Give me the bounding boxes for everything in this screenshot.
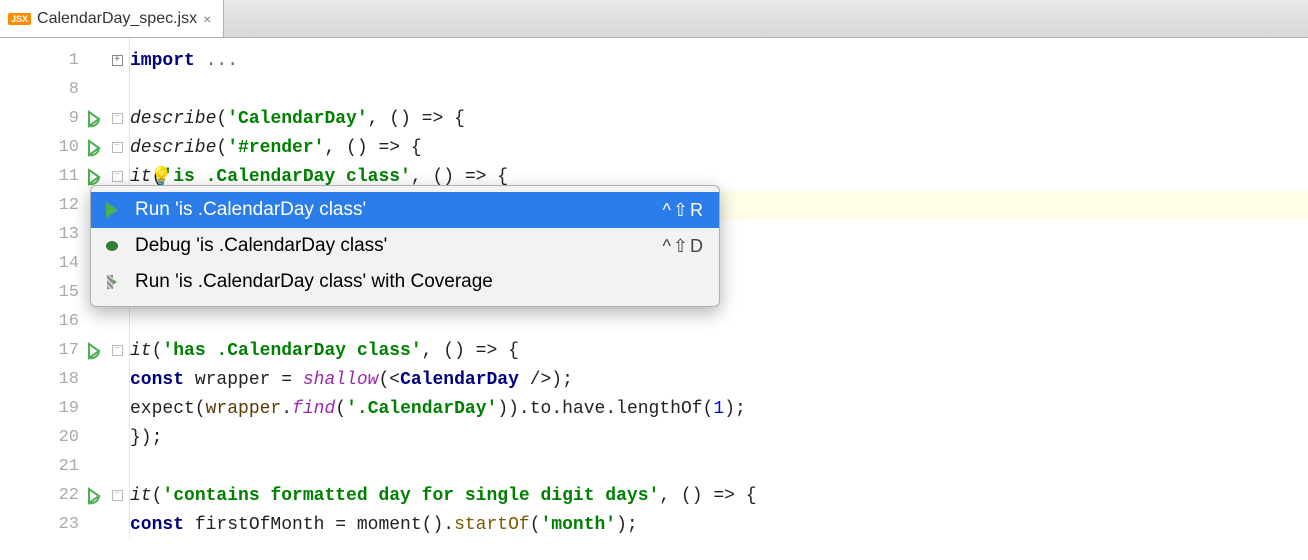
code-token: ( [152, 486, 163, 506]
run-gutter-icon[interactable] [85, 342, 103, 360]
code-token: (). [422, 515, 454, 535]
line-number: 1 [49, 51, 79, 70]
menu-run-coverage[interactable]: Run 'is .CalendarDay class' with Coverag… [91, 264, 719, 300]
line-number: 15 [49, 283, 79, 302]
code-token: 1 [713, 399, 724, 419]
menu-debug-test[interactable]: Debug 'is .CalendarDay class' ^⇧D [91, 228, 719, 264]
code-token: , () => { [659, 486, 756, 506]
code-token: describe [130, 109, 216, 129]
line-number: 8 [49, 80, 79, 99]
line-number: 20 [49, 428, 79, 447]
code-token: ); [616, 515, 638, 535]
menu-label: Debug 'is .CalendarDay class' [135, 235, 650, 257]
code-token: ( [335, 399, 346, 419]
folded-placeholder[interactable]: ... [195, 51, 238, 71]
menu-label: Run 'is .CalendarDay class' [135, 199, 650, 221]
code-token: '.CalendarDay' [346, 399, 497, 419]
menu-run-test[interactable]: Run 'is .CalendarDay class' ^⇧R [91, 192, 719, 228]
run-gutter-icon[interactable] [85, 110, 103, 128]
fold-collapse-icon[interactable]: − [112, 345, 123, 356]
code-token: (< [378, 370, 400, 390]
code-token: , () => { [324, 138, 421, 158]
jsx-file-icon: JSX [8, 13, 31, 25]
line-number: 23 [49, 515, 79, 534]
code-token: '#render' [227, 138, 324, 158]
tab-filename: CalendarDay_spec.jsx [37, 10, 197, 28]
code-token: import [130, 51, 195, 71]
code-token: firstOfMonth = [184, 515, 357, 535]
menu-label: Run 'is .CalendarDay class' with Coverag… [135, 271, 705, 293]
code-token: />); [519, 370, 573, 390]
code-token: 'contains formatted day for single digit… [162, 486, 659, 506]
code-token: const [130, 370, 184, 390]
fold-collapse-icon[interactable]: − [112, 490, 123, 501]
code-token: it [130, 167, 152, 187]
line-number: 17 [49, 341, 79, 360]
menu-shortcut: ^⇧R [662, 200, 705, 221]
line-number: 18 [49, 370, 79, 389]
close-icon[interactable]: × [203, 11, 211, 27]
code-token: describe [130, 138, 216, 158]
line-number: 19 [49, 399, 79, 418]
code-token: )).to.have.lengthOf( [497, 399, 713, 419]
run-gutter-icon[interactable] [85, 139, 103, 157]
line-number: 22 [49, 486, 79, 505]
code-token: wrapper [206, 399, 282, 419]
bug-icon [101, 238, 123, 254]
code-token: ( [530, 515, 541, 535]
code-token: ( [152, 341, 163, 361]
line-number: 9 [49, 109, 79, 128]
line-number: 16 [49, 312, 79, 331]
fold-expand-icon[interactable]: + [112, 55, 123, 66]
code-token: . [281, 399, 292, 419]
editor-tab[interactable]: JSX CalendarDay_spec.jsx × [0, 0, 224, 37]
fold-collapse-icon[interactable]: − [112, 113, 123, 124]
code-token: 'has .CalendarDay class' [162, 341, 421, 361]
run-gutter-icon[interactable] [85, 168, 103, 186]
code-token: const [130, 515, 184, 535]
line-number: 21 [49, 457, 79, 476]
code-token: , () => { [422, 341, 519, 361]
code-token: 'CalendarDay' [227, 109, 367, 129]
code-token: startOf [454, 515, 530, 535]
code-token: ( [216, 138, 227, 158]
code-token: find [292, 399, 335, 419]
code-token: 'is .CalendarDay class' [162, 167, 410, 187]
line-number: 10 [49, 138, 79, 157]
fold-collapse-icon[interactable]: − [112, 142, 123, 153]
code-token: moment [357, 515, 422, 535]
run-context-menu: Run 'is .CalendarDay class' ^⇧R Debug 'i… [90, 185, 720, 307]
code-token: it [130, 341, 152, 361]
menu-shortcut: ^⇧D [662, 236, 705, 257]
line-number: 12 [49, 196, 79, 215]
line-number: 11 [49, 167, 79, 186]
fold-collapse-icon[interactable]: − [112, 171, 123, 182]
code-token: }); [130, 428, 162, 448]
code-token: expect( [130, 399, 206, 419]
code-token: ( [216, 109, 227, 129]
code-token: , () => { [411, 167, 508, 187]
line-number: 13 [49, 225, 79, 244]
code-token: ); [724, 399, 746, 419]
run-icon [101, 202, 123, 218]
code-token: CalendarDay [400, 370, 519, 390]
tab-bar: JSX CalendarDay_spec.jsx × [0, 0, 1308, 38]
code-token: it [130, 486, 152, 506]
code-token: wrapper = [184, 370, 303, 390]
coverage-icon [101, 275, 123, 289]
run-gutter-icon[interactable] [85, 487, 103, 505]
code-token: 'month' [541, 515, 617, 535]
code-token: , () => { [368, 109, 465, 129]
line-number: 14 [49, 254, 79, 273]
code-token: shallow [303, 370, 379, 390]
